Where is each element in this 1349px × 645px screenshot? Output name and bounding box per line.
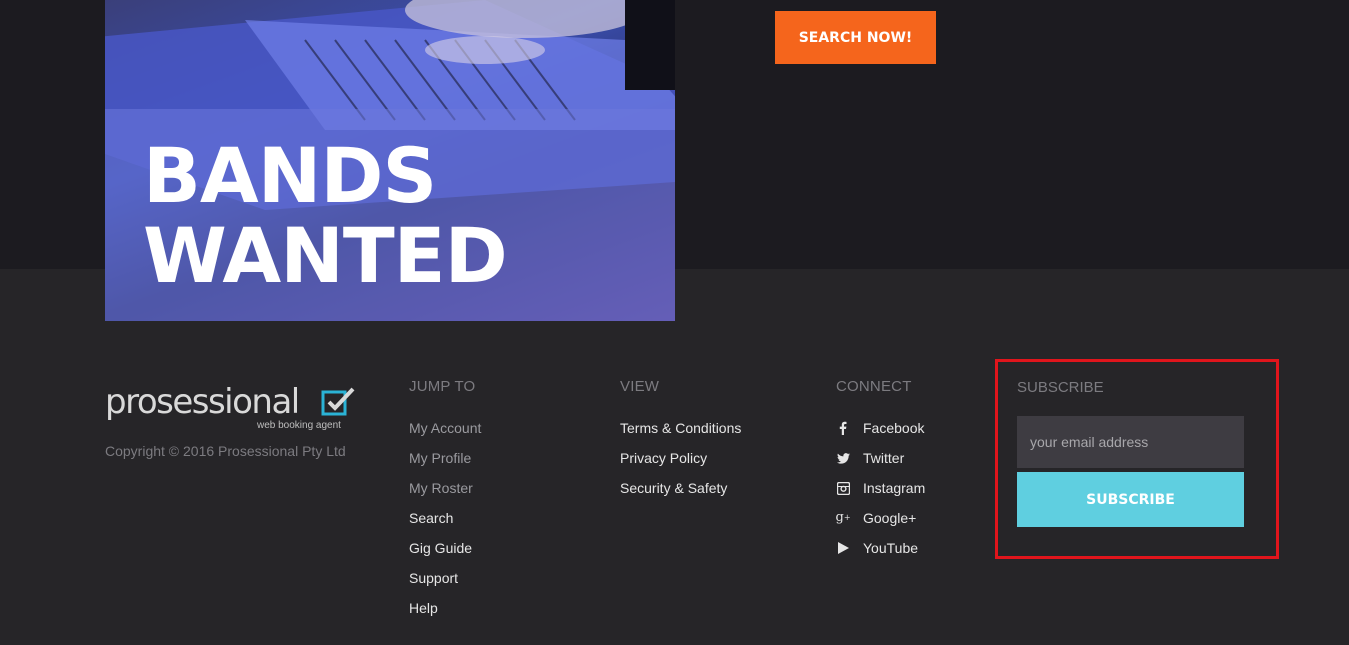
youtube-label: YouTube (863, 540, 919, 556)
search-now-button[interactable]: SEARCH NOW! (775, 11, 936, 64)
checkbox-logo-icon (321, 387, 355, 416)
twitter-label: Twitter (863, 450, 905, 466)
social-link-instagram[interactable]: Instagram (836, 473, 925, 503)
facebook-icon (836, 421, 850, 435)
bands-wanted-banner[interactable]: BANDS WANTED (105, 0, 675, 321)
subscribe-section: SUBSCRIBE SUBSCRIBE (995, 359, 1279, 559)
prosessional-logo[interactable]: prosessional web booking agent (105, 382, 365, 434)
footer-jump-to: JUMP TO My Account My Profile My Roster … (409, 378, 481, 623)
copyright-text: Copyright © 2016 Prosessional Pty Ltd (105, 443, 346, 459)
footer-link-help[interactable]: Help (409, 593, 481, 623)
subscribe-button[interactable]: SUBSCRIBE (1017, 472, 1244, 527)
footer-link-security[interactable]: Security & Safety (620, 473, 741, 503)
facebook-label: Facebook (863, 420, 925, 436)
footer-link-my-profile[interactable]: My Profile (409, 443, 481, 473)
social-link-google-plus[interactable]: g + Google+ (835, 503, 925, 533)
social-link-facebook[interactable]: Facebook (836, 413, 925, 443)
footer-connect: CONNECT Facebook Twitter Instagram g + Go… (835, 378, 925, 563)
footer-link-terms[interactable]: Terms & Conditions (620, 413, 741, 443)
view-heading: VIEW (620, 378, 660, 395)
footer-link-privacy[interactable]: Privacy Policy (620, 443, 741, 473)
google-plus-icon: g + (835, 510, 851, 525)
connect-heading: CONNECT (836, 378, 912, 395)
instagram-label: Instagram (863, 480, 926, 496)
subscribe-email-input[interactable] (1017, 416, 1244, 468)
footer-link-support[interactable]: Support (409, 563, 481, 593)
footer-view: VIEW Terms & Conditions Privacy Policy S… (620, 378, 741, 503)
logo-tagline: web booking agent (257, 420, 341, 431)
youtube-icon (836, 541, 850, 555)
footer-link-my-account[interactable]: My Account (409, 413, 481, 443)
footer-link-search[interactable]: Search (409, 503, 481, 533)
instagram-icon (836, 481, 850, 495)
footer-link-my-roster[interactable]: My Roster (409, 473, 481, 503)
logo-wordmark: prosessional (105, 382, 300, 422)
twitter-icon (836, 451, 850, 465)
social-link-twitter[interactable]: Twitter (836, 443, 925, 473)
footer-link-gig-guide[interactable]: Gig Guide (409, 533, 481, 563)
subscribe-heading: SUBSCRIBE (1017, 379, 1104, 396)
google-plus-label: Google+ (863, 510, 917, 526)
jump-to-heading: JUMP TO (409, 378, 476, 395)
banner-headline: BANDS WANTED (143, 131, 508, 300)
social-link-youtube[interactable]: YouTube (836, 533, 925, 563)
